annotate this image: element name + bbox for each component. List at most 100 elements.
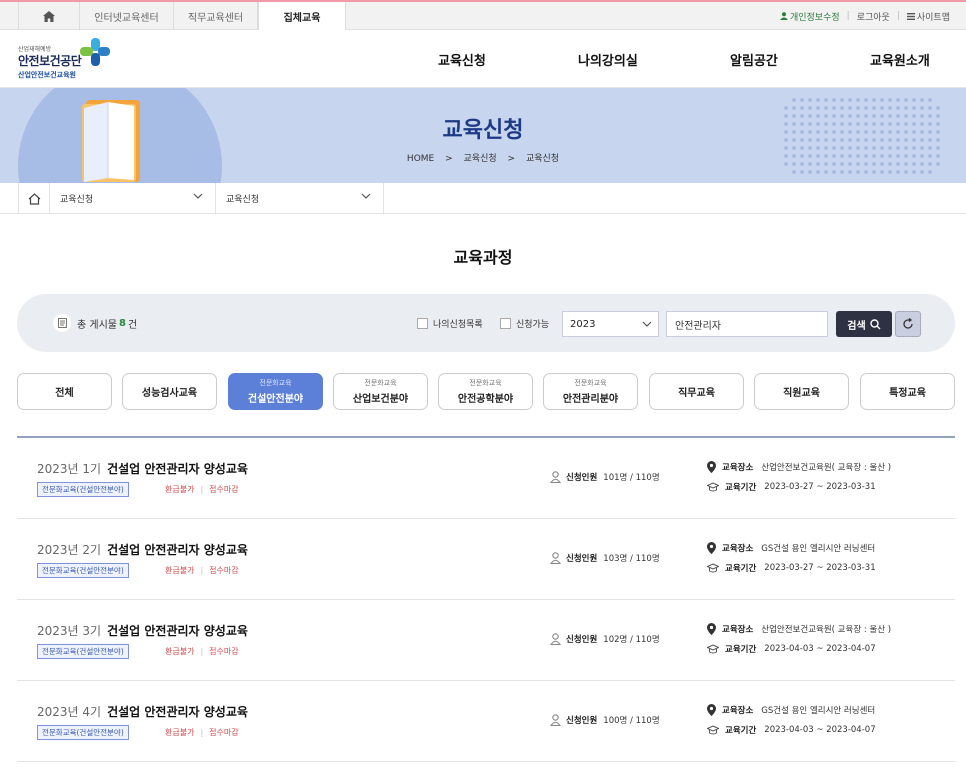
course-term: 2023년 3기 bbox=[37, 624, 102, 638]
course-name: 건설업 안전관리자 양성교육 bbox=[107, 543, 248, 557]
category-sub-label: 전문화교육 bbox=[469, 379, 502, 387]
period-label: 교육기간 bbox=[725, 726, 757, 736]
course-period: 교육기간 2023-03-27 ~ 2023-03-31 bbox=[707, 562, 876, 574]
course-row[interactable]: 2023년 1기 건설업 안전관리자 양성교육 전문화교육(건설안전분야) 환급불… bbox=[17, 438, 955, 519]
utility-links: 개인정보수정 | 로그아웃 | 사이트맵 bbox=[779, 2, 950, 30]
location-pin-icon bbox=[707, 542, 716, 554]
course-title[interactable]: 2023년 3기 건설업 안전관리자 양성교육 bbox=[37, 622, 248, 639]
location-home-button[interactable] bbox=[18, 183, 50, 214]
course-place: 교육장소 GS건설 용인 엘리시안 러닝센터 bbox=[707, 542, 875, 554]
location-select-depth2[interactable]: 교육신청 bbox=[216, 183, 384, 214]
category-tab-special[interactable]: 특정교육 bbox=[860, 373, 955, 410]
sitemap-link[interactable]: 사이트맵 bbox=[917, 10, 950, 23]
category-tab-staff[interactable]: 직원교육 bbox=[754, 373, 849, 410]
category-badge: 전문화교육(건설안전분야) bbox=[37, 482, 129, 497]
tab-internet-center[interactable]: 인터넷교육센터 bbox=[80, 2, 174, 30]
applicant-label: 신청인원 bbox=[566, 635, 598, 645]
category-tab-performance[interactable]: 성능검사교육 bbox=[122, 373, 217, 410]
home-tab[interactable] bbox=[18, 2, 80, 30]
category-tab-safety-engineering[interactable]: 전문화교육 안전공학분야 bbox=[438, 373, 533, 410]
year-select[interactable]: 2023 bbox=[562, 311, 659, 337]
refund-status: 환급불가 bbox=[165, 485, 195, 494]
category-label: 직무교육 bbox=[678, 388, 715, 399]
breadcrumb-home[interactable]: HOME bbox=[407, 154, 434, 164]
course-title[interactable]: 2023년 4기 건설업 안전관리자 양성교육 bbox=[37, 703, 248, 720]
person-icon bbox=[550, 633, 561, 645]
applicant-label: 신청인원 bbox=[566, 554, 598, 564]
location-pin-icon bbox=[707, 623, 716, 635]
period-label: 교육기간 bbox=[725, 564, 757, 574]
course-place: 교육장소 산업안전보건교육원( 교육장 : 울산 ) bbox=[707, 461, 891, 473]
course-row[interactable]: 2023년 3기 건설업 안전관리자 양성교육 전문화교육(건설안전분야) 환급불… bbox=[17, 600, 955, 681]
category-sub-label: 전문화교육 bbox=[364, 379, 397, 387]
category-badge: 전문화교육(건설안전분야) bbox=[37, 644, 129, 659]
search-button[interactable]: 검색 bbox=[836, 311, 892, 337]
place-label: 교육장소 bbox=[722, 625, 754, 635]
location-pin-icon bbox=[707, 704, 716, 716]
nav-my-classroom[interactable]: 나의강의실 bbox=[578, 30, 638, 88]
place-value: 산업안전보건교육원( 교육장 : 울산 ) bbox=[761, 625, 892, 635]
nav-about[interactable]: 교육원소개 bbox=[870, 30, 930, 88]
category-tab-safety-management[interactable]: 전문화교육 안전관리분야 bbox=[543, 373, 638, 410]
category-tab-industrial-health[interactable]: 전문화교육 산업보건분야 bbox=[333, 373, 428, 410]
tab-job-center[interactable]: 직무교육센터 bbox=[174, 2, 258, 30]
category-tab-construction-safety[interactable]: 전문화교육 건설안전분야 bbox=[228, 373, 323, 410]
checkbox-box[interactable] bbox=[417, 318, 428, 329]
course-status: 환급불가 | 접수마감 bbox=[165, 484, 239, 495]
course-status: 환급불가 | 접수마감 bbox=[165, 727, 239, 738]
nav-notice[interactable]: 알림공간 bbox=[730, 30, 778, 88]
checkbox-box[interactable] bbox=[500, 318, 511, 329]
user-icon bbox=[779, 12, 788, 20]
my-applications-checkbox[interactable]: 나의신청목록 bbox=[417, 317, 483, 330]
refund-status: 환급불가 bbox=[165, 566, 195, 575]
breadcrumb-separator: > bbox=[445, 154, 453, 164]
logo-main-text: 안전보건공단 bbox=[18, 54, 82, 68]
sitemap-icon bbox=[906, 12, 915, 20]
location-select-depth1[interactable]: 교육신청 bbox=[50, 183, 216, 214]
person-icon bbox=[550, 471, 561, 483]
category-label: 전체 bbox=[55, 388, 74, 399]
status-separator: | bbox=[200, 728, 204, 737]
course-period: 교육기간 2023-03-27 ~ 2023-03-31 bbox=[707, 481, 876, 493]
top-utility-bar: 인터넷교육센터 직무교육센터 집체교육 개인정보수정 | 로그아웃 | 사이트맵 bbox=[0, 0, 966, 31]
breadcrumb-item[interactable]: 교육신청 bbox=[464, 154, 497, 164]
period-value: 2023-03-27 ~ 2023-03-31 bbox=[764, 482, 876, 492]
util-separator: | bbox=[896, 11, 900, 21]
period-value: 2023-03-27 ~ 2023-03-31 bbox=[764, 563, 876, 573]
status-separator: | bbox=[200, 647, 204, 656]
course-row[interactable]: 2023년 4기 건설업 안전관리자 양성교육 전문화교육(건설안전분야) 환급불… bbox=[17, 681, 955, 762]
category-label: 안전공학분야 bbox=[457, 394, 514, 405]
logo-cross-icon bbox=[80, 38, 110, 66]
tab-group-education[interactable]: 집체교육 bbox=[258, 2, 346, 31]
place-label: 교육장소 bbox=[722, 463, 754, 473]
site-logo[interactable]: 산업재해예방 안전보건공단 산업안전보건교육원 bbox=[18, 38, 118, 82]
applicant-value: 103명 / 110명 bbox=[603, 554, 660, 564]
chevron-down-icon bbox=[361, 193, 371, 199]
applicant-label: 신청인원 bbox=[566, 716, 598, 726]
available-checkbox[interactable]: 신청가능 bbox=[500, 317, 549, 330]
total-count: 총 게시물 8 건 bbox=[53, 314, 137, 332]
location-select-value: 교육신청 bbox=[226, 195, 260, 205]
course-term: 2023년 2기 bbox=[37, 543, 102, 557]
graduation-cap-icon bbox=[707, 725, 719, 735]
category-tab-job[interactable]: 직무교육 bbox=[649, 373, 744, 410]
category-sub-label: 전문화교육 bbox=[574, 379, 607, 387]
edit-profile-link[interactable]: 개인정보수정 bbox=[790, 10, 840, 23]
breadcrumb-separator: > bbox=[507, 154, 516, 164]
reset-button[interactable] bbox=[895, 311, 921, 337]
course-row[interactable]: 2023년 2기 건설업 안전관리자 양성교육 전문화교육(건설안전분야) 환급불… bbox=[17, 519, 955, 600]
course-name: 건설업 안전관리자 양성교육 bbox=[107, 705, 248, 719]
category-badge: 전문화교육(건설안전분야) bbox=[37, 563, 129, 578]
keyword-search-input[interactable] bbox=[666, 311, 828, 337]
nav-apply[interactable]: 교육신청 bbox=[438, 30, 486, 88]
course-title[interactable]: 2023년 1기 건설업 안전관리자 양성교육 bbox=[37, 460, 248, 477]
course-title[interactable]: 2023년 2기 건설업 안전관리자 양성교육 bbox=[37, 541, 248, 558]
refund-status: 환급불가 bbox=[165, 647, 195, 656]
total-number: 8 bbox=[118, 317, 126, 329]
course-place: 교육장소 산업안전보건교육원( 교육장 : 울산 ) bbox=[707, 623, 891, 635]
category-tab-all[interactable]: 전체 bbox=[17, 373, 112, 410]
search-icon bbox=[870, 318, 881, 329]
graduation-cap-icon bbox=[707, 644, 719, 654]
period-value: 2023-04-03 ~ 2023-04-07 bbox=[764, 725, 876, 735]
logout-link[interactable]: 로그아웃 bbox=[857, 10, 890, 23]
